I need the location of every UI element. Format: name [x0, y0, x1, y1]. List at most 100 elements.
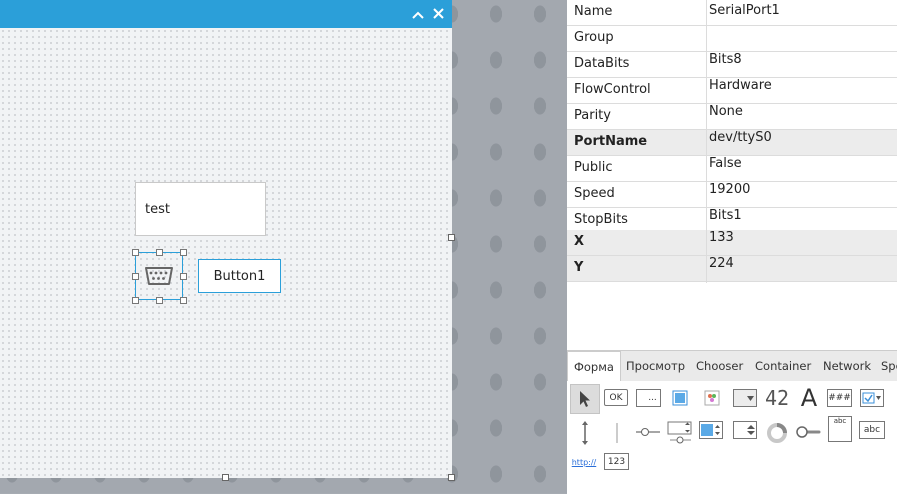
toolbox-tabs: Форма Просмотр Chooser Container Network… [567, 351, 897, 381]
toolbox-body: OK ... 42 A ### abc abc http:// 123 [567, 381, 897, 494]
property-value[interactable]: SerialPort1 [709, 3, 780, 18]
spinbox-tool[interactable] [667, 419, 693, 447]
close-button[interactable] [428, 4, 448, 24]
property-name: Group [574, 30, 614, 45]
selection-handle[interactable] [180, 297, 187, 304]
property-name: Y [574, 260, 584, 275]
property-value[interactable]: Bits1 [709, 208, 742, 223]
property-name: Public [574, 160, 613, 175]
property-value[interactable]: False [709, 156, 742, 171]
serial-port-icon [145, 267, 173, 285]
textbox-tool-label: ... [648, 393, 657, 403]
textarea-tool[interactable]: abc [828, 416, 852, 442]
datebox-tool[interactable] [860, 389, 884, 407]
combobox-tool[interactable] [733, 389, 757, 407]
property-value[interactable]: dev/ttyS0 [709, 130, 772, 145]
property-name: X [574, 234, 585, 249]
selection-handle[interactable] [156, 249, 163, 256]
form-resize-handle-corner[interactable] [448, 474, 455, 481]
slider-tool[interactable] [635, 421, 661, 443]
urllabel-tool[interactable]: http:// [571, 451, 597, 473]
panel-tool[interactable] [667, 387, 693, 409]
tab-network[interactable]: Network [817, 351, 877, 381]
selection-handle[interactable] [132, 273, 139, 280]
property-value[interactable]: 19200 [709, 182, 750, 197]
textlabel-tool-label: abc [863, 425, 881, 435]
form-resize-handle-bottom[interactable] [222, 474, 229, 481]
property-row[interactable]: Name SerialPort1 [567, 0, 897, 26]
selection-handle[interactable] [180, 273, 187, 280]
cursor-arrow-icon [580, 391, 590, 407]
textarea-control[interactable]: test [135, 182, 266, 236]
property-row[interactable]: X 133 [567, 230, 897, 256]
tab-prosmotr[interactable]: Просмотр [620, 351, 691, 381]
switch-tool[interactable] [795, 421, 821, 443]
tab-forma[interactable]: Форма [567, 351, 621, 381]
selection-handle[interactable] [156, 297, 163, 304]
pointer-tool[interactable] [570, 384, 600, 414]
slider-icon [636, 428, 660, 436]
picture-icon [704, 390, 720, 406]
button1-control[interactable]: Button1 [198, 259, 281, 293]
serialport-control[interactable] [135, 252, 183, 300]
selection-handle[interactable] [132, 297, 139, 304]
property-value[interactable]: Bits8 [709, 52, 742, 67]
property-row[interactable]: PortName dev/ttyS0 [567, 130, 897, 156]
button-tool-label: OK [609, 392, 623, 403]
property-name: Name [574, 4, 613, 19]
property-row[interactable]: Parity None [567, 104, 897, 130]
textarea-tool-label: abc [833, 417, 847, 425]
property-name: DataBits [574, 56, 630, 71]
colorbutton-tool[interactable] [699, 421, 723, 439]
property-name: PortName [574, 134, 648, 149]
property-value[interactable]: Hardware [709, 78, 772, 93]
property-row[interactable]: Public False [567, 156, 897, 182]
chevron-up-icon [412, 11, 424, 19]
vertical-splitter-icon [582, 421, 588, 445]
maskbox-tool-label: ### [828, 393, 851, 403]
progress-circle-tool[interactable] [764, 419, 790, 447]
valuebox-tool[interactable]: 123 [604, 453, 629, 470]
close-icon [432, 8, 444, 19]
property-value[interactable]: 133 [709, 230, 734, 245]
property-value[interactable]: 224 [709, 256, 734, 271]
numeric-tool[interactable]: 42 [764, 384, 790, 412]
property-row[interactable]: DataBits Bits8 [567, 52, 897, 78]
updown-tool[interactable] [733, 421, 757, 439]
form-designer-window: test Button1 [0, 0, 455, 481]
textlabel-tool[interactable]: abc [859, 421, 885, 439]
property-value[interactable]: None [709, 104, 743, 119]
selection-handle[interactable] [132, 249, 139, 256]
spinner-ring-icon [767, 423, 787, 443]
property-row[interactable]: Group [567, 26, 897, 52]
textbox-tool[interactable]: ... [636, 389, 661, 407]
color-spin-icon [701, 424, 720, 436]
updown-arrows-icon [747, 425, 755, 435]
toolbox-panel: Форма Просмотр Chooser Container Network… [567, 350, 897, 494]
dropdown-arrow-icon [746, 395, 754, 401]
property-name: StopBits [574, 212, 628, 227]
selection-handle[interactable] [180, 249, 187, 256]
maskbox-tool[interactable]: ### [827, 389, 852, 407]
maximize-button[interactable] [408, 4, 428, 24]
separator-tool[interactable] [604, 419, 630, 447]
picturebox-tool[interactable] [699, 387, 725, 409]
tab-chooser[interactable]: Chooser [690, 351, 749, 381]
property-row[interactable]: Speed 19200 [567, 182, 897, 208]
tab-container[interactable]: Container [749, 351, 817, 381]
panel-icon [672, 390, 688, 406]
property-row[interactable]: FlowControl Hardware [567, 78, 897, 104]
form-resize-handle-right[interactable] [448, 234, 455, 241]
property-column-divider[interactable] [706, 0, 707, 283]
form-canvas[interactable] [0, 28, 452, 478]
spinbox-icon [667, 421, 692, 444]
property-name: FlowControl [574, 82, 651, 97]
property-row[interactable]: Y 224 [567, 256, 897, 282]
vertical-separator-tool[interactable] [572, 419, 598, 447]
calendar-combo-icon [862, 392, 881, 404]
tab-special[interactable]: Spe [875, 351, 897, 381]
valuebox-tool-label: 123 [607, 456, 626, 467]
button-tool[interactable]: OK [604, 389, 628, 406]
property-name: Speed [574, 186, 615, 201]
label-tool[interactable]: A [796, 384, 822, 412]
